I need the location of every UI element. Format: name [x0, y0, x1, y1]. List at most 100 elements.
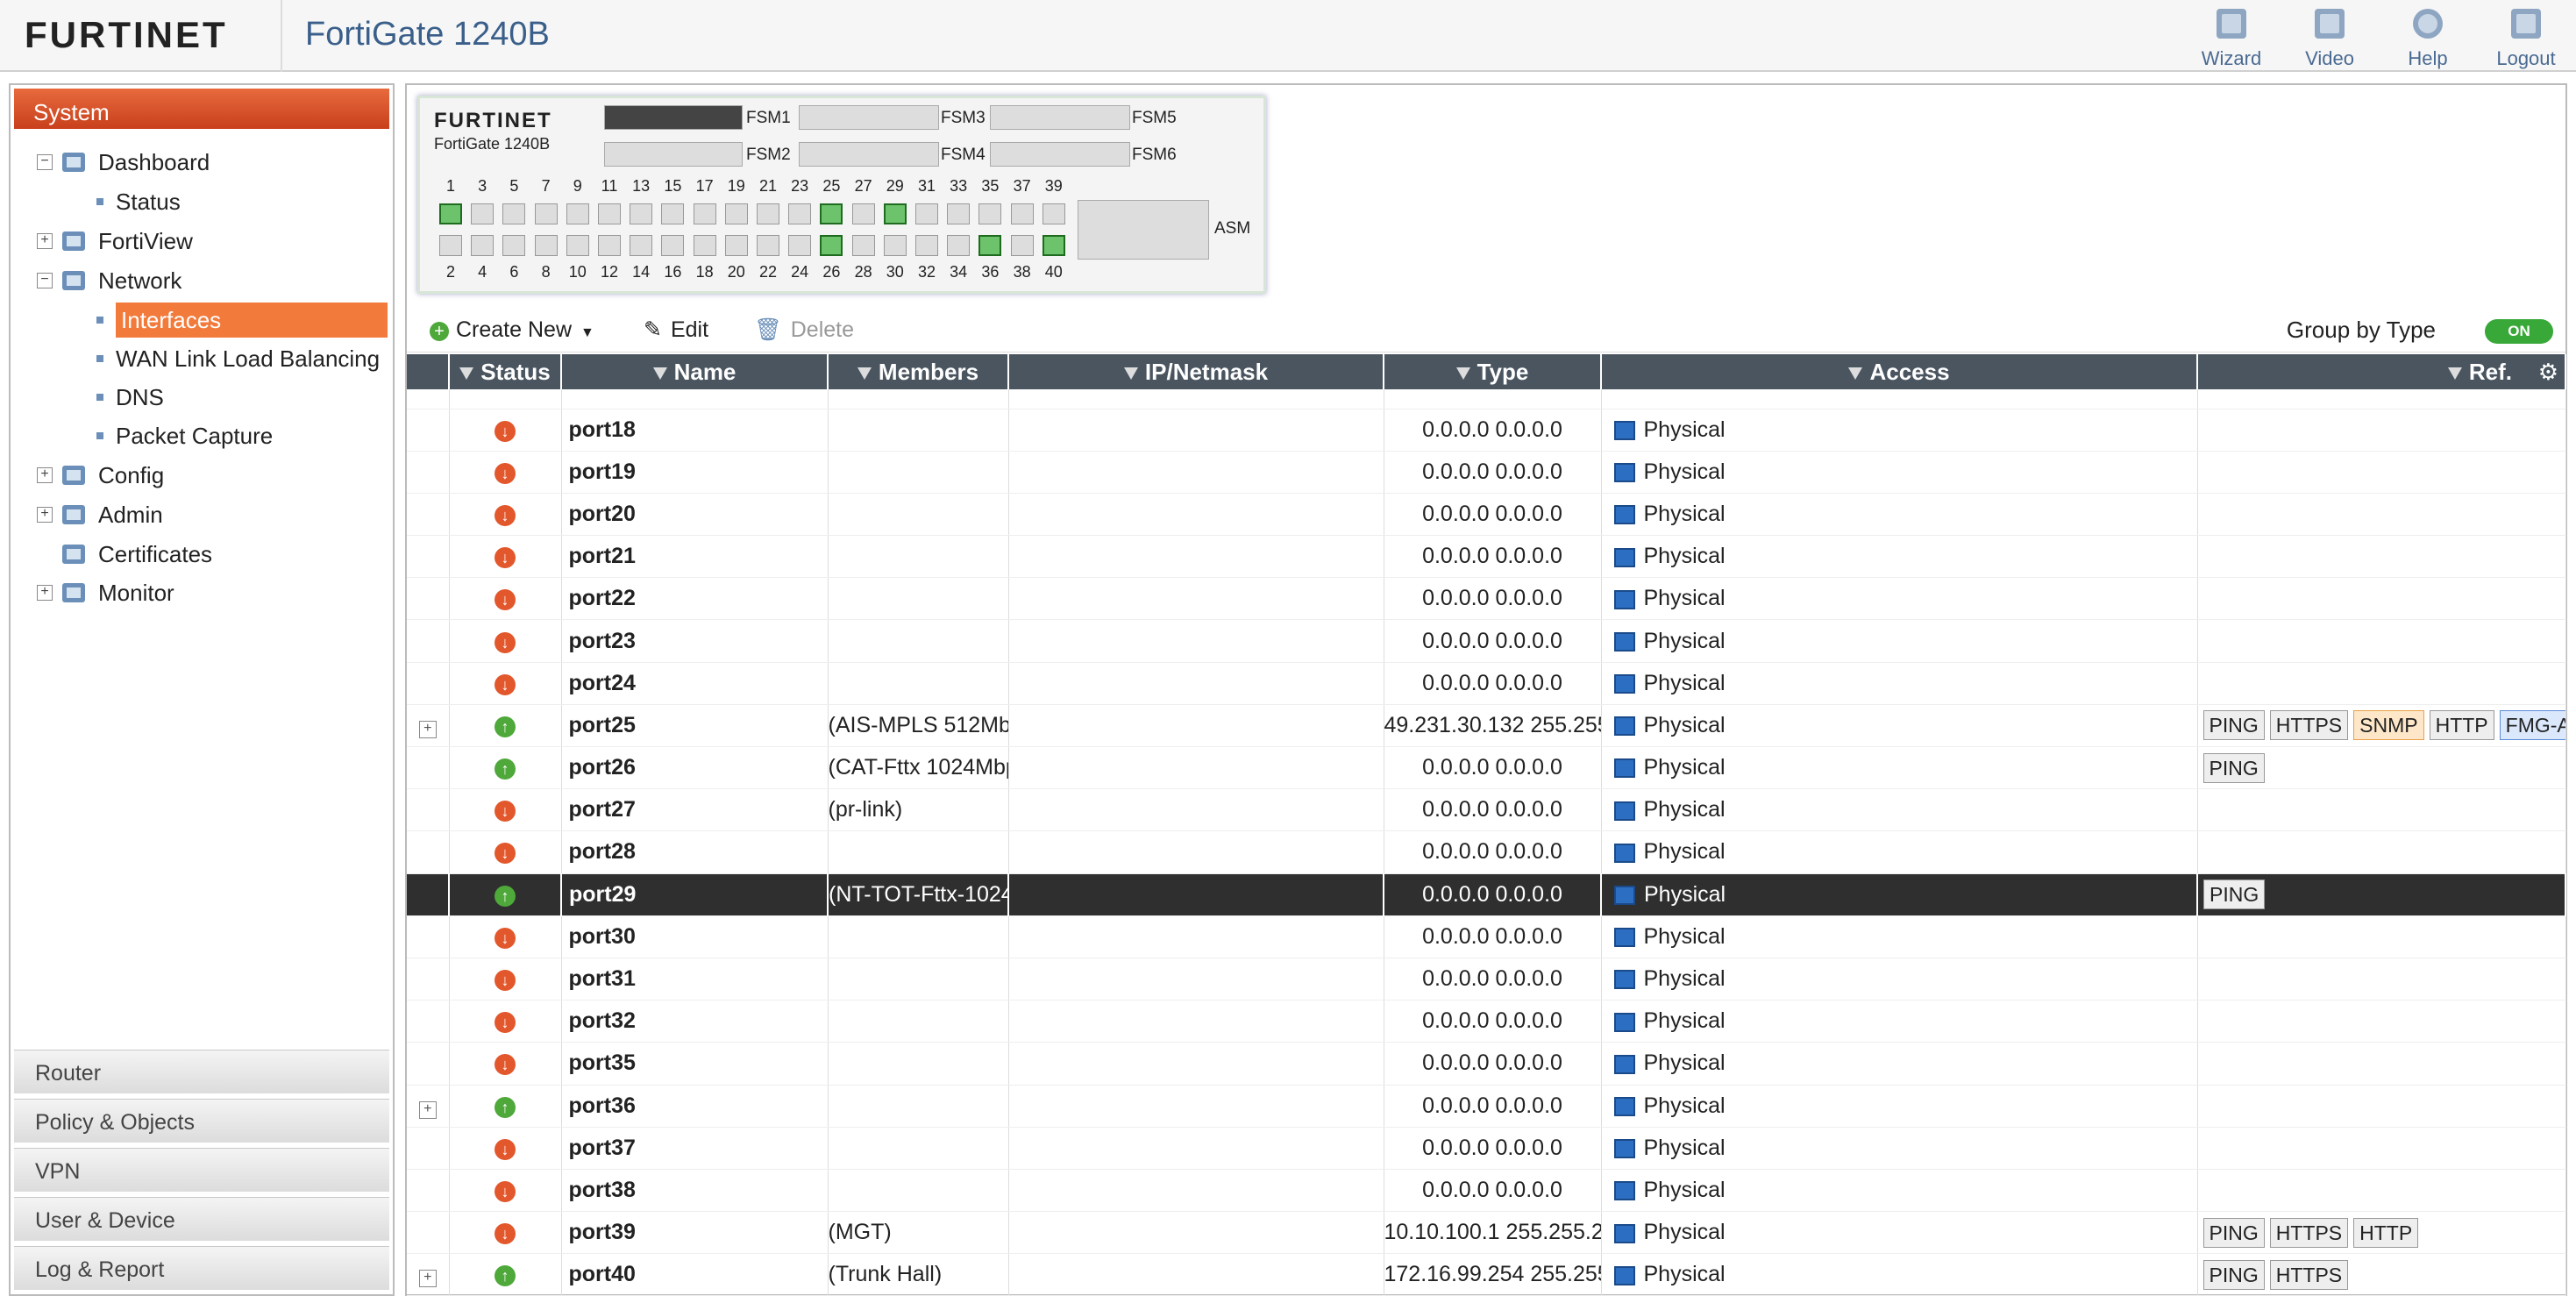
table-row[interactable]: + ↑ port25(AIS-MPLS 512Mbps) 49.231.30.132 … [407, 704, 2566, 748]
filter-icon[interactable] [652, 367, 667, 380]
table-row[interactable]: ↓port190.0.0.0 0.0.0.0Physical0 [407, 451, 2566, 494]
table-row[interactable]: ↓ port39(MGT) 10.10.100.1 255.255.255.0 Phy… [407, 1211, 2566, 1255]
expand-toggle-icon[interactable]: + [37, 507, 53, 523]
expand-toggle-icon[interactable]: + [37, 467, 53, 483]
port-36-led[interactable] [978, 235, 1002, 256]
port-22-led[interactable] [757, 235, 779, 256]
help-button[interactable]: Help [2388, 4, 2467, 69]
port-29-led[interactable] [883, 203, 907, 224]
port-21-led[interactable] [757, 203, 779, 224]
port-17-led[interactable] [693, 203, 716, 224]
port-18-led[interactable] [693, 235, 716, 256]
header-members[interactable]: Members [828, 354, 1009, 389]
port-40-led[interactable] [1042, 235, 1065, 256]
table-row[interactable]: ↓port280.0.0.0 0.0.0.0Physical0 [407, 830, 2566, 874]
video-button[interactable]: Video [2290, 4, 2369, 69]
port-25-led[interactable] [820, 203, 843, 224]
port-3-led[interactable] [471, 203, 495, 224]
table-row[interactable]: ↓port320.0.0.0 0.0.0.0Physical0 [407, 1000, 2566, 1043]
sidebar-item-config[interactable]: Config [98, 458, 164, 493]
header-status[interactable]: Status [449, 354, 562, 389]
table-row[interactable]: + ↑ port40 (Trunk Hall) 172.16.99.254 255.25… [407, 1253, 2566, 1296]
table-row[interactable]: ↓port200.0.0.0 0.0.0.0Physical0 [407, 493, 2566, 537]
delete-button[interactable]: 🗑 Delete [754, 316, 854, 344]
header-name[interactable]: Name [561, 354, 829, 389]
table-row[interactable]: ↓port370.0.0.0 0.0.0.0Physical0 [407, 1127, 2566, 1170]
table-row[interactable]: ↓port210.0.0.0 0.0.0.0Physical0 [407, 535, 2566, 579]
table-row[interactable]: ↑ port29(NT-TOT-Fttx-1024Mbps) 0.0.0.0 0.0… [407, 873, 2566, 916]
port-38-led[interactable] [1010, 235, 1034, 256]
header-ref[interactable]: Ref. ⚙ [2197, 354, 2566, 389]
sidebar-section-system[interactable]: System [14, 89, 389, 129]
sidebar-section-policy-objects[interactable]: Policy & Objects [14, 1099, 389, 1143]
port-27-led[interactable] [851, 203, 875, 224]
sidebar-item-monitor[interactable]: Monitor [98, 575, 174, 610]
port-37-led[interactable] [1010, 203, 1034, 224]
create-new-button[interactable]: + Create New ▼ [430, 316, 594, 344]
sidebar-item-dashboard[interactable]: Dashboard [98, 145, 210, 180]
port-5-led[interactable] [502, 203, 526, 224]
expand-icon[interactable]: + [418, 1100, 437, 1119]
port-4-led[interactable] [471, 235, 495, 256]
port-26-led[interactable] [820, 235, 843, 256]
port-1-led[interactable] [439, 203, 462, 224]
table-row[interactable]: +↑port360.0.0.0 0.0.0.0Physical25 [407, 1085, 2566, 1128]
sidebar-item-status[interactable]: Status [116, 184, 181, 219]
sidebar-item-interfaces[interactable]: Interfaces [116, 303, 388, 338]
port-8-led[interactable] [534, 235, 558, 256]
group-by-type-toggle[interactable]: ON [2485, 319, 2553, 344]
sidebar-item-certificates[interactable]: Certificates [98, 537, 212, 572]
port-7-led[interactable] [534, 203, 558, 224]
port-12-led[interactable] [598, 235, 621, 256]
expand-cell[interactable]: + [407, 704, 450, 748]
sidebar-section-log-report[interactable]: Log & Report [14, 1246, 389, 1290]
filter-icon[interactable] [1455, 367, 1470, 380]
table-row[interactable]: ↓port180.0.0.0 0.0.0.0Physical0 [407, 409, 2566, 452]
sidebar-section-user-device[interactable]: User & Device [14, 1197, 389, 1241]
logout-button[interactable]: Logout [2487, 4, 2565, 69]
port-20-led[interactable] [724, 235, 748, 256]
expand-toggle-icon[interactable]: − [37, 154, 53, 170]
table-row[interactable]: ↓port240.0.0.0 0.0.0.0Physical0 [407, 662, 2566, 705]
header-access[interactable]: Access [1601, 354, 2198, 389]
filter-icon[interactable] [1848, 367, 1863, 380]
port-23-led[interactable] [788, 203, 812, 224]
port-31-led[interactable] [915, 203, 938, 224]
expand-toggle-icon[interactable]: − [37, 273, 53, 288]
filter-icon[interactable] [857, 367, 872, 380]
port-30-led[interactable] [883, 235, 907, 256]
filter-icon[interactable] [459, 367, 474, 380]
port-16-led[interactable] [661, 235, 685, 256]
port-13-led[interactable] [630, 203, 653, 224]
port-2-led[interactable] [439, 235, 462, 256]
port-14-led[interactable] [630, 235, 653, 256]
gear-icon[interactable]: ⚙ [2538, 359, 2558, 386]
fortinet-logo[interactable]: FURTINET [25, 14, 228, 56]
table-row[interactable]: ↓port310.0.0.0 0.0.0.0Physical0 [407, 958, 2566, 1001]
sidebar-item-packet-capture[interactable]: Packet Capture [116, 418, 273, 453]
sidebar-item-dns[interactable]: DNS [116, 380, 164, 415]
sidebar-item-fortiview[interactable]: FortiView [98, 224, 193, 259]
filter-icon[interactable] [1123, 367, 1138, 380]
port-35-led[interactable] [978, 203, 1002, 224]
table-row[interactable]: ↓port230.0.0.0 0.0.0.0Physical0 [407, 619, 2566, 663]
table-row[interactable]: ↓port27(pr-link)0.0.0.0 0.0.0.0Physical0 [407, 788, 2566, 832]
sidebar-section-router[interactable]: Router [14, 1050, 389, 1093]
expand-cell[interactable]: + [407, 1085, 450, 1128]
edit-button[interactable]: ✎ Edit [644, 316, 708, 344]
port-34-led[interactable] [947, 235, 971, 256]
header-type[interactable]: Type [1384, 354, 1602, 389]
table-row[interactable]: ↓port220.0.0.0 0.0.0.0Physical0 [407, 577, 2566, 621]
expand-toggle-icon[interactable]: + [37, 233, 53, 249]
port-32-led[interactable] [915, 235, 938, 256]
port-11-led[interactable] [598, 203, 621, 224]
expand-cell[interactable]: + [407, 1253, 450, 1296]
sidebar-item-network[interactable]: Network [98, 263, 181, 298]
expand-icon[interactable]: + [418, 1270, 437, 1288]
port-24-led[interactable] [788, 235, 812, 256]
table-row[interactable]: ↓port300.0.0.0 0.0.0.0Physical0 [407, 915, 2566, 958]
port-10-led[interactable] [566, 235, 589, 256]
header-ip-netmask[interactable]: IP/Netmask [1008, 354, 1384, 389]
expand-icon[interactable]: + [418, 720, 437, 738]
sidebar-item-admin[interactable]: Admin [98, 497, 163, 532]
